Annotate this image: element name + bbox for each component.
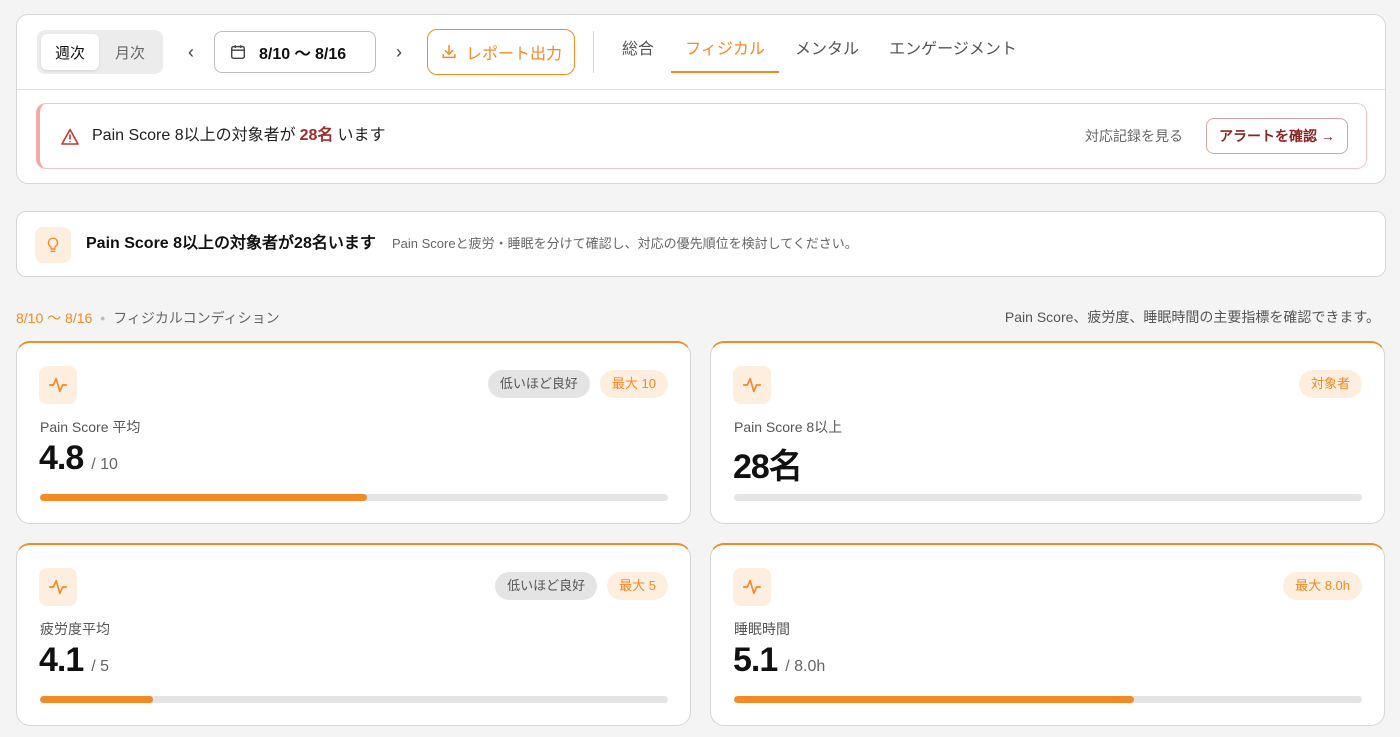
date-range-picker[interactable]: 8/10 〜 8/16 [214, 31, 376, 73]
metric-label: 疲労度平均 [40, 621, 110, 637]
metric-card-sleep-time: 最大 8.0h 睡眠時間 5.1 / 8.0h [710, 543, 1385, 726]
insight-card: Pain Score 8以上の対象者が28名います Pain Scoreと疲労・… [16, 211, 1386, 277]
metric-progress-fill [40, 696, 154, 703]
date-range-label: 8/10 〜 8/16 [259, 46, 347, 63]
insight-description: Pain Scoreと疲労・睡眠を分けて確認し、対応の優先順位を検討してください… [392, 236, 858, 251]
metric-icon-box [39, 568, 77, 606]
metric-value: 4.8 [39, 439, 84, 477]
metric-badge: 最大 5 [607, 572, 668, 600]
metric-value-row: 28名 [733, 439, 810, 486]
period-toggle: 週次 月次 [37, 30, 163, 74]
section-meta: 8/10 〜 8/16 • フィジカルコンディション [16, 308, 280, 328]
download-icon [442, 44, 456, 59]
tab-physical[interactable]: フィジカル [671, 37, 779, 73]
metric-badges: 低いほど良好 最大 10 [487, 370, 668, 398]
metric-max: / 10 [91, 456, 118, 473]
metric-progress-track [734, 696, 1362, 703]
metric-value: 28名 [733, 448, 803, 486]
metric-badge: 対象者 [1298, 370, 1362, 398]
toolbar-divider [593, 31, 594, 73]
lightbulb-icon [47, 237, 59, 252]
report-export-label: レポート出力 [465, 46, 562, 63]
section-dot: • [100, 310, 106, 326]
metric-badges: 低いほど良好 最大 5 [495, 572, 668, 600]
metric-max: / 5 [91, 658, 110, 675]
metric-progress-fill [40, 494, 367, 501]
metric-value: 4.1 [39, 641, 84, 679]
calendar-icon [230, 45, 246, 60]
alert-text-before: Pain Score 8以上の対象者が [92, 127, 296, 144]
period-weekly-button[interactable]: 週次 [41, 34, 99, 70]
prev-period-button[interactable]: ‹ [181, 39, 201, 65]
pulse-icon [48, 579, 68, 595]
metric-value: 5.1 [733, 641, 778, 679]
alert-message: Pain Score 8以上の対象者が 28名 います [92, 104, 385, 168]
header-card: 週次 月次 ‹ 8/10 〜 8/16 › レポート出力 総合 フィジカル メン… [16, 14, 1386, 184]
section-label: フィジカルコンディション [113, 310, 280, 326]
alert-banner: Pain Score 8以上の対象者が 28名 います 対応記録を見る アラートを確… [36, 103, 1367, 169]
insight-title: Pain Score 8以上の対象者が28名います [86, 235, 376, 252]
metric-card-pain-score-high: 対象者 Pain Score 8以上 28名 [710, 341, 1385, 524]
metric-progress-track [40, 494, 668, 501]
section-range: 8/10 〜 8/16 [16, 310, 93, 326]
metric-icon-box [733, 568, 771, 606]
alert-history-link[interactable]: 対応記録を見る [1085, 104, 1183, 168]
section-note: Pain Score、疲労度、睡眠時間の主要指標を確認できます。 [1004, 309, 1380, 325]
metric-label: 睡眠時間 [734, 621, 790, 637]
metric-card-fatigue-avg: 低いほど良好 最大 5 疲労度平均 4.1 / 5 [16, 543, 691, 726]
alert-count: 28名 [299, 127, 334, 144]
alert-confirm-button[interactable]: アラートを確認 → [1206, 118, 1348, 154]
metric-label: Pain Score 平均 [40, 419, 141, 435]
metric-badges: 最大 8.0h [1283, 572, 1362, 600]
period-monthly-button[interactable]: 月次 [101, 34, 159, 70]
warning-icon [61, 128, 79, 145]
report-export-button[interactable]: レポート出力 [427, 29, 575, 75]
metric-badge: 最大 8.0h [1283, 572, 1362, 600]
pulse-icon [742, 579, 762, 595]
toolbar: 週次 月次 ‹ 8/10 〜 8/16 › レポート出力 総合 フィジカル メン… [17, 15, 1385, 90]
pulse-icon [48, 377, 68, 393]
metric-card-pain-score-avg: 低いほど良好 最大 10 Pain Score 平均 4.8 / 10 [16, 341, 691, 524]
metric-max: / 8.0h [785, 658, 826, 675]
metric-badges: 対象者 [1298, 370, 1362, 398]
metric-progress-fill [734, 696, 1135, 703]
insight-icon-box [35, 227, 71, 263]
metric-badge: 最大 10 [599, 370, 668, 398]
metric-badge: 低いほど良好 [487, 370, 590, 398]
metric-progress-track [40, 696, 668, 703]
tab-mental[interactable]: メンタル [795, 37, 859, 73]
next-period-button[interactable]: › [389, 39, 409, 65]
metric-label: Pain Score 8以上 [734, 419, 843, 435]
tab-overall[interactable]: 総合 [621, 37, 655, 73]
tab-engagement[interactable]: エンゲージメント [889, 37, 1017, 73]
metric-icon-box [39, 366, 77, 404]
metric-icon-box [733, 366, 771, 404]
metric-badge: 低いほど良好 [495, 572, 598, 600]
pulse-icon [742, 377, 762, 393]
alert-text-after: います [337, 127, 386, 144]
metric-value-row: 4.1 / 5 [39, 641, 109, 681]
metric-value-row: 5.1 / 8.0h [733, 641, 825, 681]
metric-value-row: 4.8 / 10 [39, 439, 118, 479]
metric-progress-track [734, 494, 1362, 501]
